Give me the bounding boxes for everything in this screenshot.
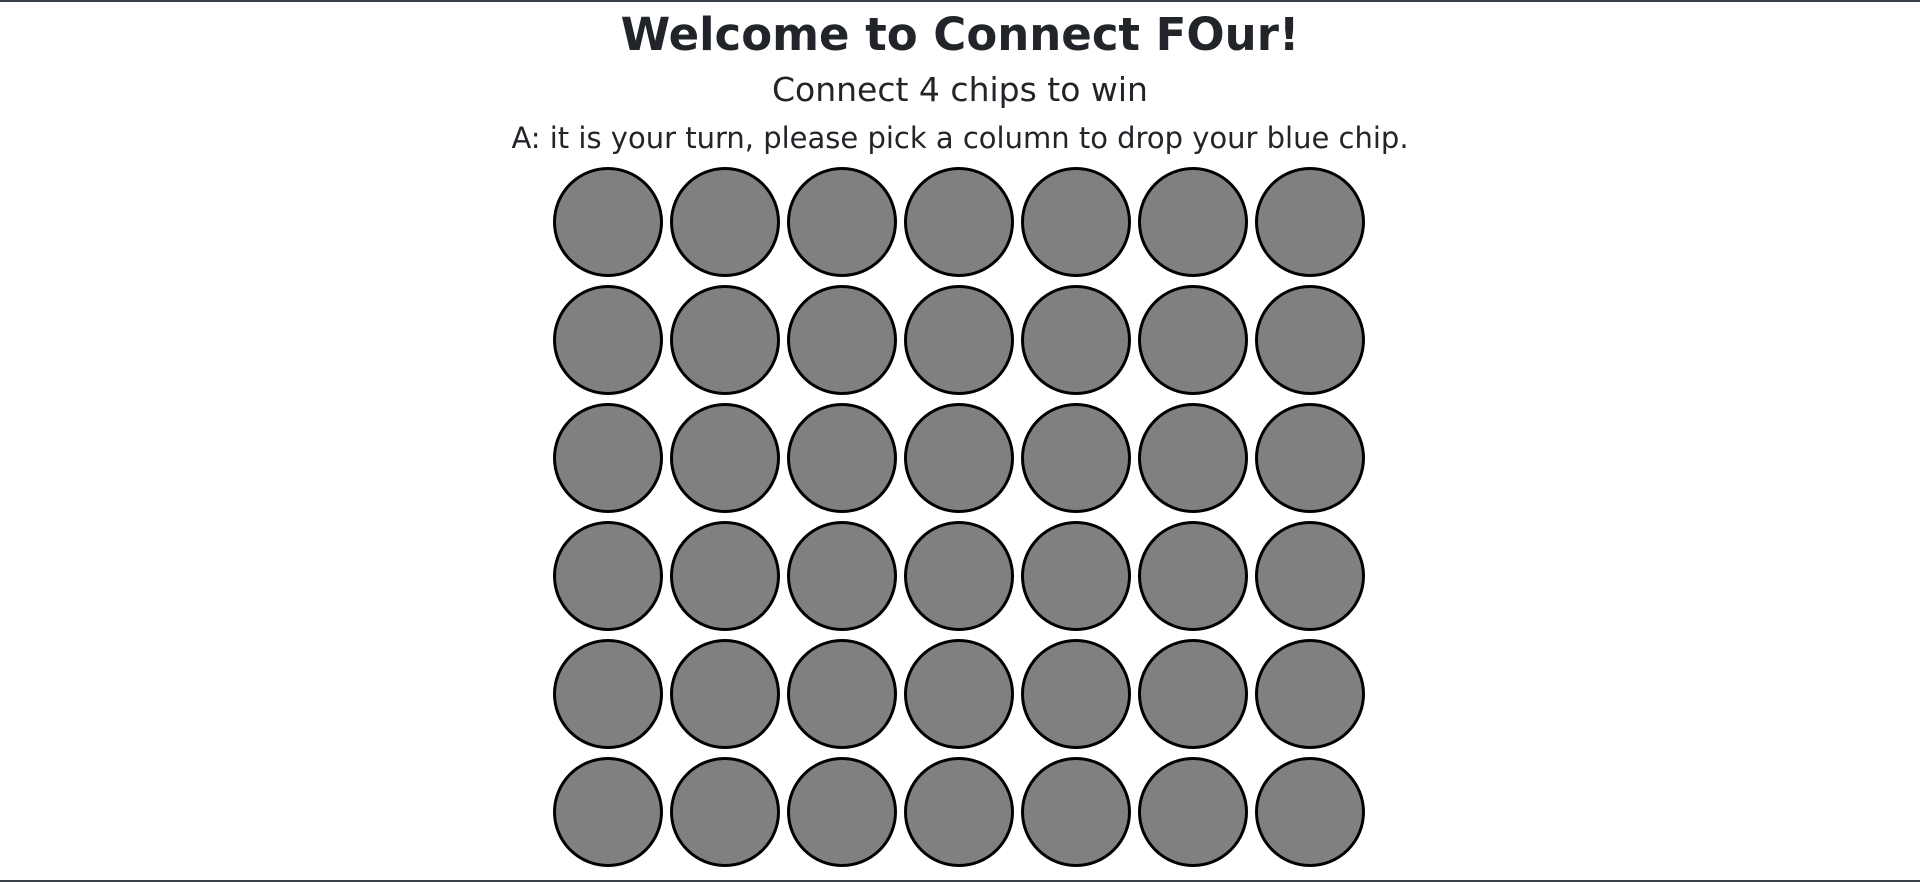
board-cell-r2-c4[interactable] — [904, 285, 1014, 395]
board-cell-r4-c4[interactable] — [904, 521, 1014, 631]
board-cell-r2-c3[interactable] — [787, 285, 897, 395]
board-cell-r5-c5[interactable] — [1021, 639, 1131, 749]
board-cell-r4-c5[interactable] — [1021, 521, 1131, 631]
page-title: Welcome to Connect FOur! — [620, 8, 1300, 61]
board-cell-r5-c7[interactable] — [1255, 639, 1365, 749]
board-cell-r5-c2[interactable] — [670, 639, 780, 749]
game-board — [553, 167, 1370, 869]
board-cell-r1-c3[interactable] — [787, 167, 897, 277]
board-cell-r3-c2[interactable] — [670, 403, 780, 513]
board-cell-r5-c6[interactable] — [1138, 639, 1248, 749]
board-cell-r6-c6[interactable] — [1138, 757, 1248, 867]
board-cell-r1-c2[interactable] — [670, 167, 780, 277]
board-cell-r3-c7[interactable] — [1255, 403, 1365, 513]
board-cell-r6-c3[interactable] — [787, 757, 897, 867]
board-cell-r5-c4[interactable] — [904, 639, 1014, 749]
page-subtitle: Connect 4 chips to win — [772, 70, 1148, 109]
board-cell-r6-c7[interactable] — [1255, 757, 1365, 867]
board-cell-r1-c6[interactable] — [1138, 167, 1248, 277]
board-cell-r5-c1[interactable] — [553, 639, 663, 749]
board-cell-r3-c4[interactable] — [904, 403, 1014, 513]
board-cell-r6-c2[interactable] — [670, 757, 780, 867]
page: Welcome to Connect FOur! Connect 4 chips… — [0, 0, 1920, 882]
board-cell-r4-c6[interactable] — [1138, 521, 1248, 631]
board-cell-r4-c3[interactable] — [787, 521, 897, 631]
board-cell-r2-c6[interactable] — [1138, 285, 1248, 395]
board-cell-r2-c1[interactable] — [553, 285, 663, 395]
board-cell-r4-c1[interactable] — [553, 521, 663, 631]
board-cell-r3-c3[interactable] — [787, 403, 897, 513]
board-cell-r1-c7[interactable] — [1255, 167, 1365, 277]
board-cell-r6-c1[interactable] — [553, 757, 663, 867]
board-cell-r4-c7[interactable] — [1255, 521, 1365, 631]
board-cell-r6-c5[interactable] — [1021, 757, 1131, 867]
board-cell-r2-c7[interactable] — [1255, 285, 1365, 395]
board-cell-r2-c2[interactable] — [670, 285, 780, 395]
board-cell-r3-c6[interactable] — [1138, 403, 1248, 513]
board-cell-r1-c1[interactable] — [553, 167, 663, 277]
board-cell-r1-c4[interactable] — [904, 167, 1014, 277]
turn-status: A: it is your turn, please pick a column… — [511, 121, 1409, 155]
board-cell-r2-c5[interactable] — [1021, 285, 1131, 395]
board-cell-r4-c2[interactable] — [670, 521, 780, 631]
board-cell-r3-c5[interactable] — [1021, 403, 1131, 513]
board-cell-r1-c5[interactable] — [1021, 167, 1131, 277]
board-cell-r6-c4[interactable] — [904, 757, 1014, 867]
board-cell-r5-c3[interactable] — [787, 639, 897, 749]
board-cell-r3-c1[interactable] — [553, 403, 663, 513]
